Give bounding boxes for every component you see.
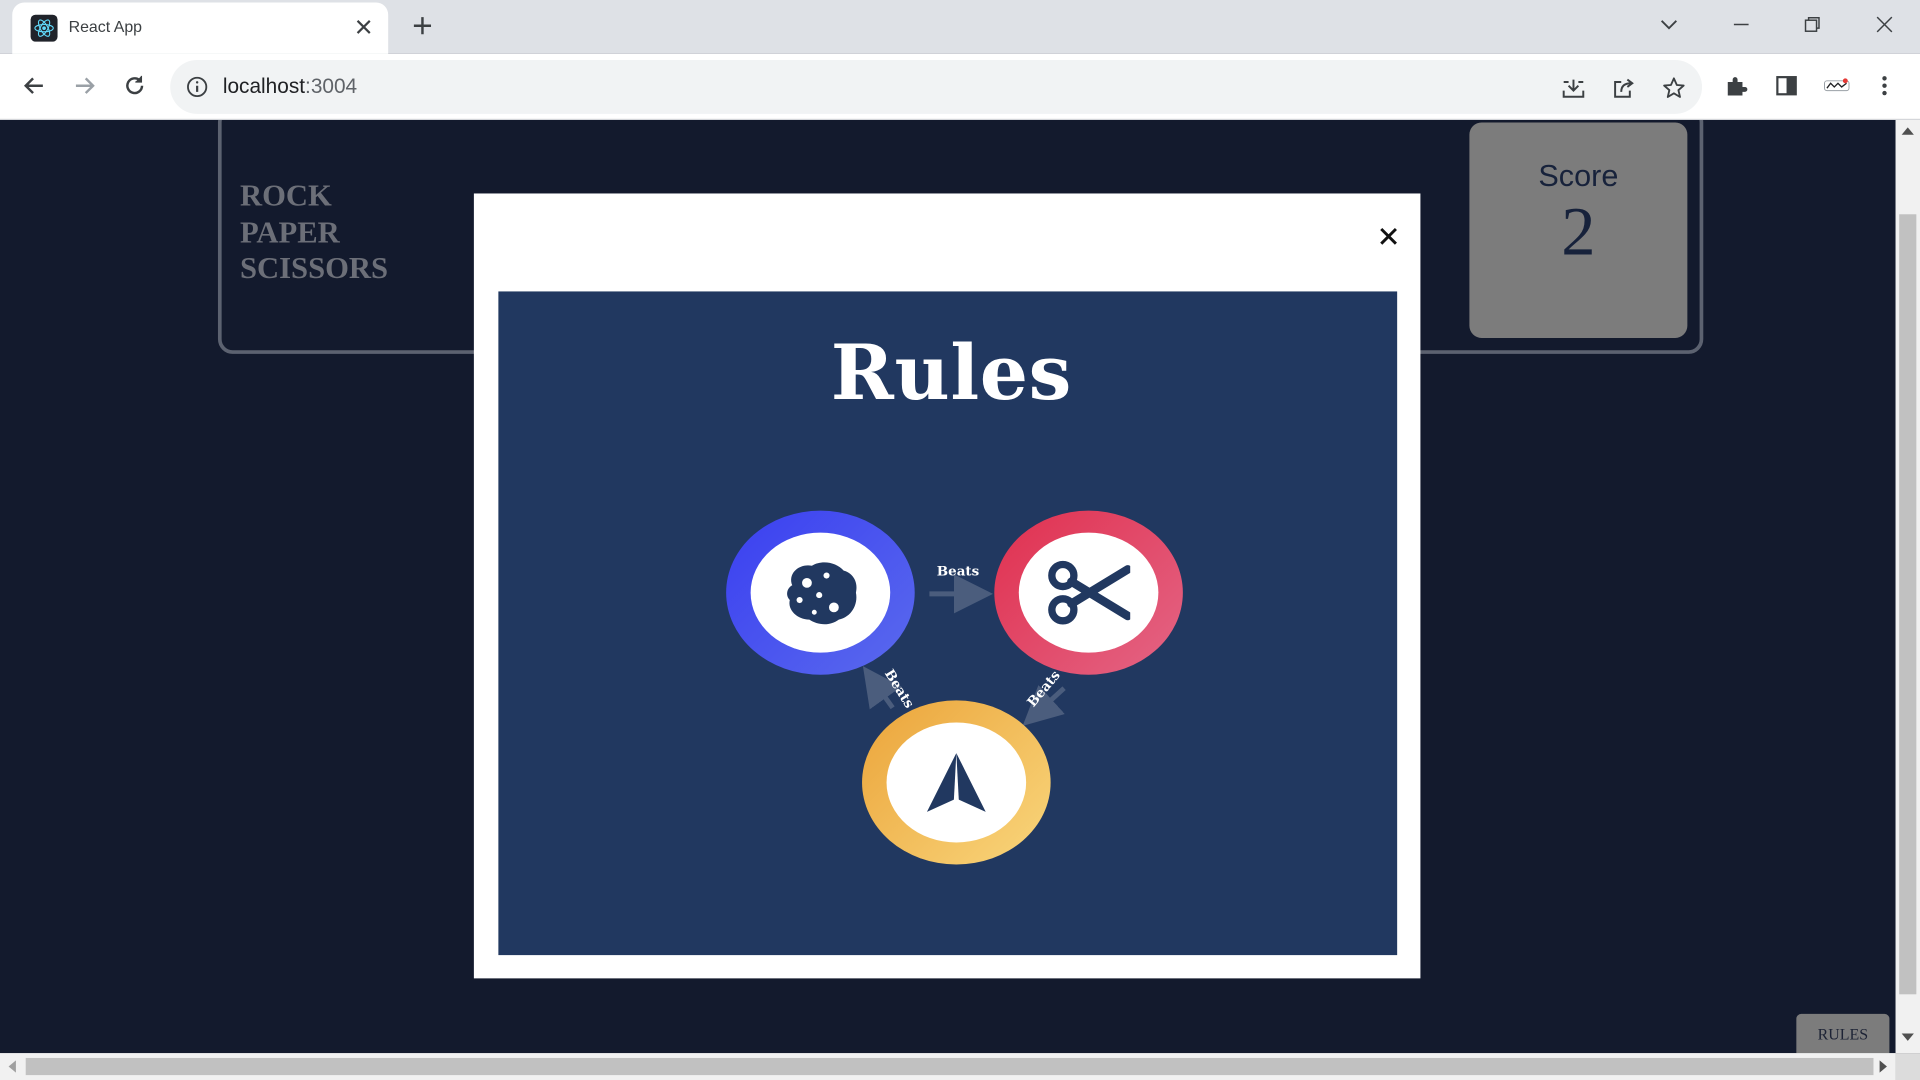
score-label: Score	[1538, 159, 1619, 194]
tab-search-chevron-icon[interactable]	[1652, 10, 1686, 39]
restore-icon[interactable]	[1795, 10, 1829, 39]
title-line-scissors: SCISSORS	[240, 252, 389, 286]
score-value: 2	[1561, 194, 1596, 271]
horizontal-scroll-thumb[interactable]	[25, 1057, 1874, 1076]
scroll-up-icon[interactable]	[1901, 127, 1914, 135]
rules-image: Rules Beats Beats Beats	[498, 291, 1398, 956]
rules-modal: Rules Beats Beats Beats	[473, 193, 1421, 979]
install-app-icon[interactable]	[1556, 71, 1590, 105]
react-favicon-icon	[30, 14, 58, 42]
browser-tab[interactable]: React App	[12, 2, 389, 54]
extensions-puzzle-icon[interactable]	[1719, 69, 1753, 103]
scroll-right-icon[interactable]	[1879, 1060, 1887, 1073]
game-title: ROCK PAPER SCISSORS	[240, 179, 388, 287]
back-arrow-icon[interactable]	[17, 69, 51, 103]
profile-avatar-icon[interactable]	[1820, 69, 1854, 103]
reload-icon[interactable]	[118, 69, 152, 103]
window-close-icon[interactable]	[1867, 10, 1901, 39]
url-port: :3004	[305, 74, 358, 98]
paper-plane-icon	[926, 753, 986, 812]
minimize-icon[interactable]	[1724, 10, 1758, 39]
scroll-down-icon[interactable]	[1901, 1033, 1914, 1041]
scissors-token	[994, 510, 1183, 675]
vertical-scroll-thumb[interactable]	[1899, 214, 1917, 995]
url-host: localhost	[222, 74, 306, 98]
side-panel-icon[interactable]	[1769, 69, 1803, 103]
scissors-icon	[1048, 560, 1131, 625]
rules-button[interactable]: RULES	[1796, 1013, 1890, 1054]
rock-token	[726, 510, 915, 675]
title-line-rock: ROCK	[240, 180, 332, 214]
tab-strip: React App	[0, 0, 1920, 54]
address-bar[interactable]: localhost:3004	[170, 60, 1703, 114]
bookmark-star-icon[interactable]	[1657, 71, 1691, 105]
browser-menu-icon[interactable]	[1867, 69, 1901, 103]
beats-label-top: Beats	[936, 563, 980, 580]
scrollbar-corner	[1895, 1053, 1920, 1080]
title-line-paper: PAPER	[240, 216, 340, 250]
score-panel: Score 2	[1469, 122, 1688, 338]
new-tab-icon[interactable]	[408, 11, 437, 40]
vertical-scrollbar[interactable]	[1895, 120, 1920, 1054]
rock-icon	[787, 562, 857, 625]
url-text[interactable]: localhost:3004	[223, 75, 357, 99]
share-icon[interactable]	[1607, 71, 1641, 105]
close-icon[interactable]	[1373, 220, 1405, 252]
paper-token	[862, 700, 1051, 865]
site-info-icon[interactable]	[182, 72, 211, 101]
scroll-left-icon[interactable]	[8, 1060, 16, 1073]
tab-close-icon[interactable]	[350, 13, 377, 40]
browser-toolbar: localhost:3004	[0, 53, 1920, 121]
tab-title: React App	[68, 17, 143, 36]
horizontal-scrollbar[interactable]	[0, 1053, 1896, 1080]
forward-arrow-icon[interactable]	[67, 69, 101, 103]
